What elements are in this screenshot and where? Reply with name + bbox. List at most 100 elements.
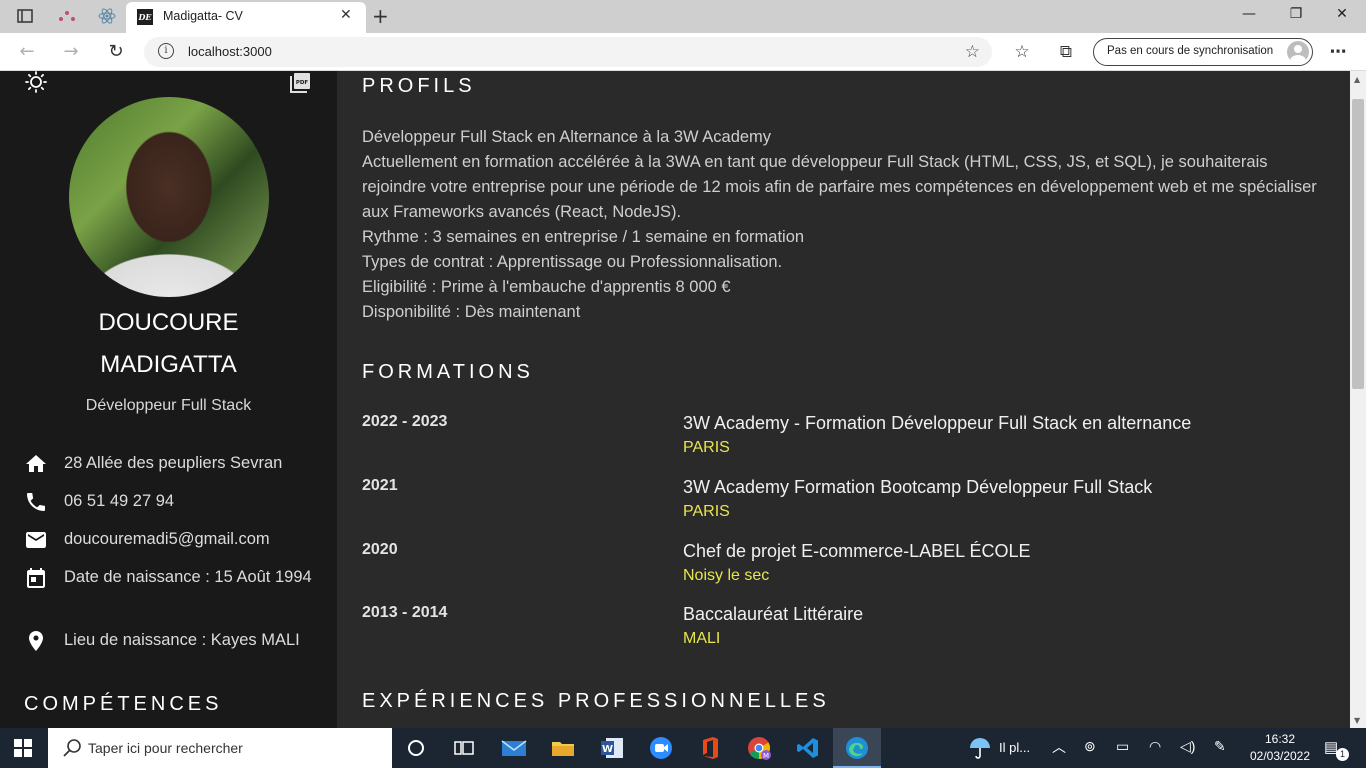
meet-now-icon[interactable]: ⊚ [1084,738,1096,755]
education-years: 2022 - 2023 [362,413,448,430]
office-icon[interactable] [686,728,734,768]
weather-umbrella-icon[interactable] [956,728,1004,768]
education-place: Noisy le sec [683,567,770,584]
add-favorite-icon[interactable]: ☆ [965,42,980,62]
search-placeholder: Taper ici pour rechercher [88,740,243,756]
browser-toolbar: ← → ↻ i localhost:3000 ☆ ☆ ⧉ Pas en cour… [0,33,1366,71]
svg-text:W: W [602,744,613,755]
taskbar-search-box[interactable]: Taper ici pour rechercher [48,728,392,768]
job-title: Développeur Full Stack [85,397,252,414]
profile-text: Développeur Full Stack en Alternance à l… [362,125,1322,325]
mail-icon [24,528,48,552]
show-hidden-icons-icon[interactable]: ︿ [1052,737,1066,757]
education-title-text: Baccalauréat Littéraire [683,604,864,624]
windows-start-icon[interactable] [14,739,32,757]
word-icon[interactable]: W [588,728,636,768]
profile-avatar-icon [1287,41,1309,63]
back-icon[interactable]: ← [16,41,38,63]
clock-time[interactable]: 16:32 [1262,732,1298,746]
minimize-icon[interactable]: — [1239,6,1259,22]
profile-line: Actuellement en formation accélérée à la… [362,153,1317,221]
profile-photo [69,97,269,297]
sync-button[interactable]: Pas en cours de synchronisation [1093,38,1313,66]
profile-line: Types de contrat : Apprentissage ou Prof… [362,253,783,271]
vscode-icon[interactable] [784,728,832,768]
url-text[interactable]: localhost:3000 [188,44,272,59]
profile-line: Développeur Full Stack en Alternance à l… [362,128,772,146]
windows-taskbar: Taper ici pour rechercher W M Il pl... ︿… [0,728,1366,768]
favorites-icon[interactable]: ☆ [1011,42,1033,62]
restore-icon[interactable]: ❐ [1286,6,1306,22]
mail-app-icon[interactable] [490,728,538,768]
birthdate-text: Date de naissance : 15 Août 1994 [64,568,312,586]
refresh-icon[interactable]: ↻ [105,41,127,63]
education-title-text: 3W Academy Formation Bootcamp Développeu… [683,477,1153,497]
calendar-icon [24,566,48,590]
tab-close-icon[interactable]: ✕ [340,7,352,23]
phone-text[interactable]: 06 51 49 27 94 [64,489,314,514]
education-title-text: 3W Academy - Formation Développeur Full … [683,413,1192,433]
first-name: DOUCOURE [98,309,239,336]
profile-line: Eligibilité : Prime à l'embauche d'appre… [362,278,731,296]
theme-toggle-sun-icon[interactable] [25,71,47,93]
wifi-icon[interactable]: ◠ [1149,738,1161,755]
birthplace-text: Lieu de naissance : Kayes MALI [64,631,300,649]
more-options-icon[interactable]: ⋯ [1327,42,1349,62]
page-scrollbar[interactable]: ▲ ▼ [1350,71,1366,728]
svg-text:M: M [763,752,769,760]
collections-icon[interactable]: ⧉ [1055,42,1077,62]
education-place: PARIS [683,503,730,520]
sidebar: PDF DOUCOURE MADIGATTA Développeur Full … [0,71,337,728]
education-place: MALI [683,630,721,647]
profile-line: Disponibilité : Dès maintenant [362,303,581,321]
pen-icon[interactable]: ✎ [1214,738,1226,755]
forward-icon[interactable]: → [60,41,82,63]
education-title-text: Chef de projet E-commerce-LABEL ÉCOLE [683,541,1031,561]
education-years: 2020 [362,541,398,558]
cv-page: PDF DOUCOURE MADIGATTA Développeur Full … [0,71,1350,728]
site-info-icon[interactable]: i [158,43,174,59]
search-icon [62,738,82,758]
home-icon [24,452,48,476]
new-tab-icon[interactable]: + [372,4,389,28]
weather-text[interactable]: Il pl... [999,740,1030,755]
main-content: PROFILS Développeur Full Stack en Altern… [337,71,1350,728]
sync-label: Pas en cours de synchronisation [1107,45,1274,57]
svg-text:PDF: PDF [296,80,309,86]
clock-date[interactable]: 02/03/2022 [1247,749,1313,763]
notification-badge: 1 [1336,748,1349,761]
skills-title: COMPÉTENCES [24,693,223,715]
profile-title: PROFILS [362,75,476,97]
profile-line: Rythme : 3 semaines en entreprise / 1 se… [362,228,805,246]
battery-icon[interactable]: ▭ [1116,738,1129,755]
phone-icon [24,490,48,514]
experience-title: EXPÉRIENCES PROFESSIONNELLES [362,690,830,712]
scroll-thumb[interactable] [1352,99,1364,389]
pinned-tab-icon[interactable] [56,6,78,26]
location-pin-icon [24,629,48,653]
edge-icon[interactable] [833,728,881,768]
last-name: MADIGATTA [100,351,237,378]
education-years: 2021 [362,477,398,494]
active-tab[interactable]: DE Madigatta- CV ✕ [126,2,366,33]
chrome-icon[interactable]: M [735,728,783,768]
browser-tab-bar: DE Madigatta- CV ✕ + — ❐ ✕ [0,0,1366,33]
tab-actions-icon[interactable] [14,6,36,26]
email-text[interactable]: doucouremadi5@gmail.com [64,527,314,552]
education-years: 2013 - 2014 [362,604,448,621]
address-text: 28 Allée des peupliers Sevran [64,454,283,472]
education-title: FORMATIONS [362,361,534,383]
close-window-icon[interactable]: ✕ [1332,6,1352,22]
file-explorer-icon[interactable] [539,728,587,768]
react-tab-icon[interactable] [96,6,118,26]
site-favicon: DE [137,9,153,25]
cortana-icon[interactable] [392,728,440,768]
volume-icon[interactable]: ◁) [1180,738,1195,755]
education-place: PARIS [683,439,730,456]
scroll-up-icon[interactable]: ▲ [1354,75,1360,84]
task-view-icon[interactable] [440,728,488,768]
zoom-icon[interactable] [637,728,685,768]
address-bar[interactable]: i localhost:3000 ☆ [144,37,992,67]
pdf-download-icon[interactable]: PDF [290,72,311,93]
scroll-down-icon[interactable]: ▼ [1354,716,1360,725]
